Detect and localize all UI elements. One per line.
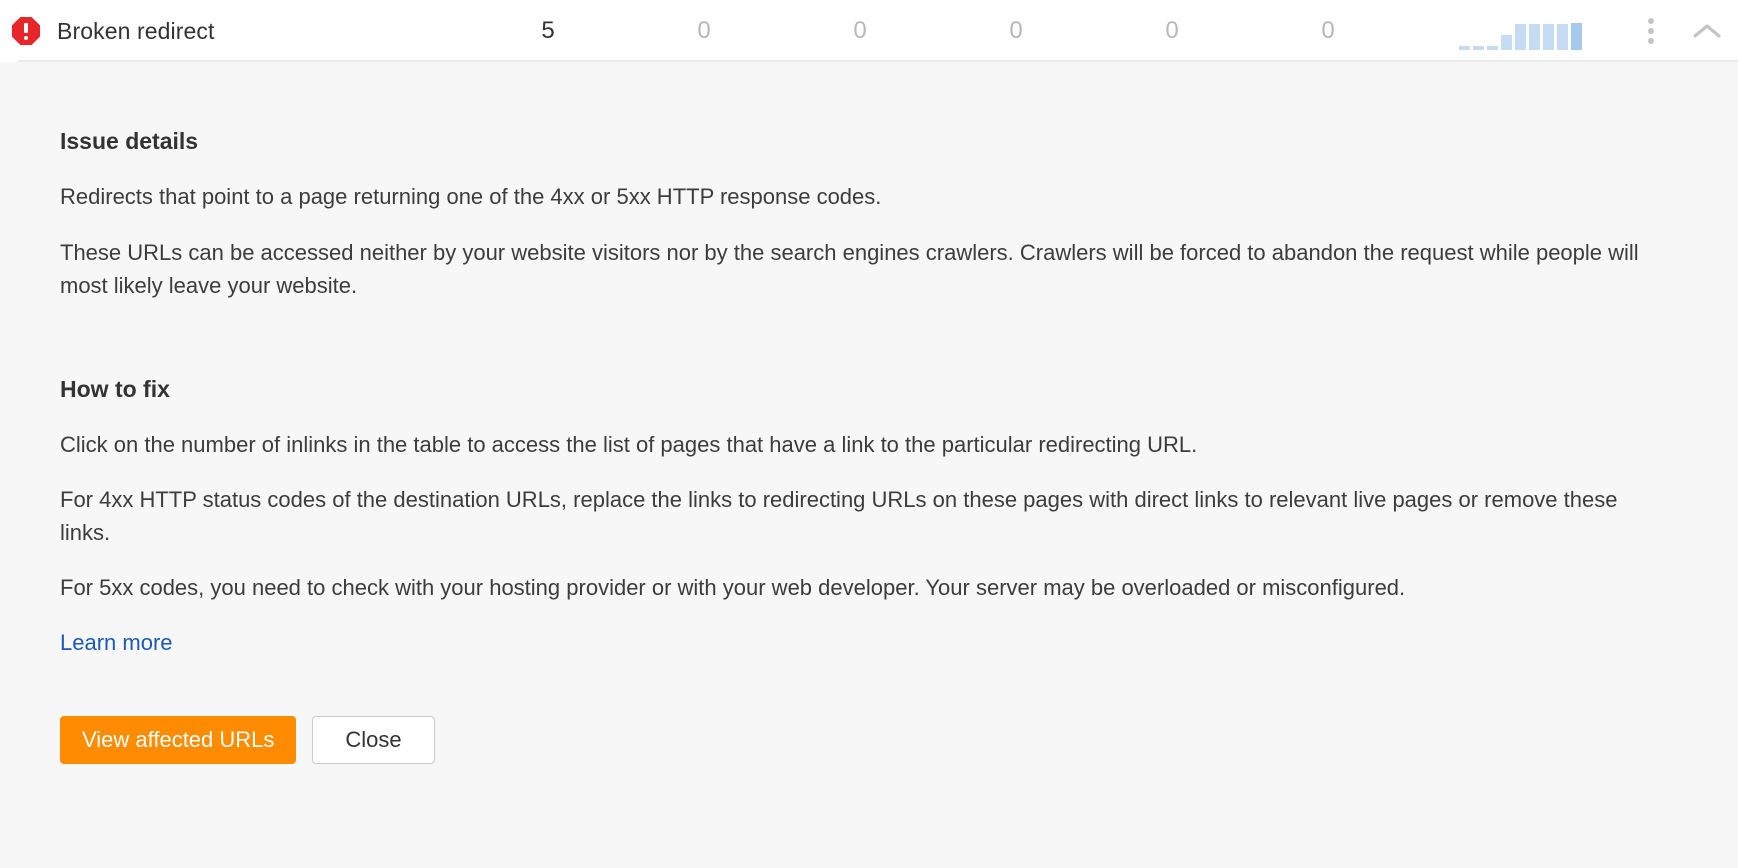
- row-divider: [18, 60, 1738, 62]
- how-to-fix-paragraph-3: For 5xx codes, you need to check with yo…: [60, 574, 1406, 600]
- how-to-fix-heading: How to fix: [60, 375, 170, 402]
- chevron-up-icon[interactable]: [1690, 16, 1724, 46]
- issue-row[interactable]: Broken redirect 5 0 0 0 0 0: [0, 0, 1738, 62]
- metric-value-4[interactable]: 0: [938, 17, 1094, 45]
- metric-value-2[interactable]: 0: [626, 17, 782, 45]
- sparkline-bar: [1487, 46, 1498, 50]
- metric-value-6[interactable]: 0: [1250, 17, 1406, 45]
- metric-value-1[interactable]: 5: [470, 17, 626, 45]
- issue-trend-sparkline: [1459, 12, 1585, 50]
- metric-value-5[interactable]: 0: [1094, 17, 1250, 45]
- sparkline-bar: [1501, 35, 1512, 50]
- issue-details-heading: Issue details: [60, 128, 199, 154]
- close-button[interactable]: Close: [312, 716, 435, 765]
- sparkline-bar: [1571, 23, 1582, 50]
- issue-details-paragraph-2: These URLs can be accessed neither by yo…: [60, 240, 1639, 298]
- view-affected-urls-button[interactable]: View affected URLs: [60, 716, 297, 765]
- sparkline-bar: [1459, 46, 1470, 50]
- more-vertical-icon[interactable]: [1640, 16, 1662, 46]
- how-to-fix-paragraph-1: Click on the number of inlinks in the ta…: [60, 431, 1198, 457]
- metric-value-3[interactable]: 0: [782, 17, 938, 45]
- sparkline-bar: [1557, 24, 1568, 50]
- issue-details-paragraph-1: Redirects that point to a page returning…: [60, 184, 882, 209]
- sparkline-bar: [1473, 46, 1484, 50]
- issue-metrics: 5 0 0 0 0 0: [470, 0, 1406, 62]
- action-buttons: View affected URLs Close: [60, 716, 1678, 765]
- sparkline-bar: [1515, 24, 1526, 50]
- sparkline-bar: [1529, 24, 1540, 50]
- row-actions: [1640, 0, 1724, 62]
- error-octagon-icon: [9, 14, 43, 48]
- issue-title: Broken redirect: [57, 17, 215, 44]
- issue-detail-panel: Issue details Redirects that point to a …: [0, 62, 1738, 868]
- how-to-fix-paragraph-2: For 4xx HTTP status codes of the destina…: [60, 487, 1618, 545]
- sparkline-bar: [1543, 24, 1554, 50]
- learn-more-link[interactable]: Learn more: [60, 630, 173, 656]
